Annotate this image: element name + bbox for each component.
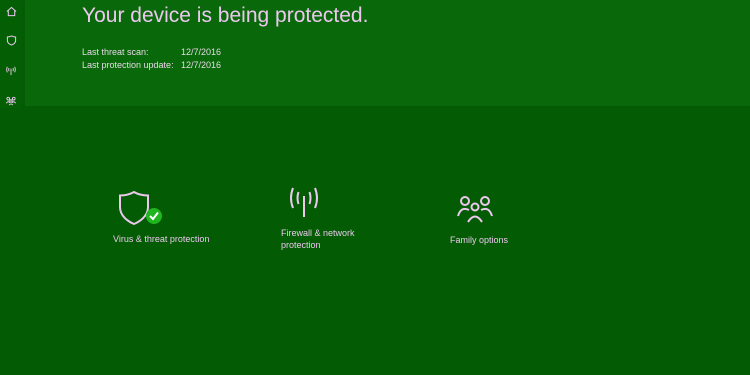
family-icon bbox=[5, 96, 17, 105]
shield-check-icon bbox=[119, 190, 162, 226]
last-scan-value: 12/7/2016 bbox=[181, 47, 222, 57]
shield-icon bbox=[6, 34, 16, 46]
nav-firewall[interactable] bbox=[0, 59, 22, 81]
nav-rail bbox=[0, 0, 22, 108]
last-update-label: Last protection update: bbox=[82, 60, 174, 70]
tile-label: Family options bbox=[450, 235, 509, 245]
security-center-window: Your device is being protected. Last thr… bbox=[0, 0, 750, 375]
nav-home[interactable] bbox=[0, 0, 22, 22]
tile-label: Virus & threat protection bbox=[113, 234, 210, 244]
tile-virus-threat-protection[interactable]: Virus & threat protection bbox=[113, 190, 233, 250]
home-icon bbox=[6, 6, 16, 16]
antenna-icon bbox=[6, 66, 16, 75]
tile-firewall-network-protection[interactable]: Firewall & network protection bbox=[281, 186, 401, 256]
antenna-icon bbox=[290, 187, 318, 217]
tile-label: Firewall & network protection bbox=[281, 228, 355, 250]
last-scan-label: Last threat scan: bbox=[82, 47, 149, 57]
page-title: Your device is being protected. bbox=[82, 4, 369, 27]
tile-family-options[interactable]: Family options bbox=[450, 194, 560, 250]
last-scan-row: Last threat scan: 12/7/2016 bbox=[82, 47, 221, 57]
last-update-value: 12/7/2016 bbox=[181, 60, 222, 70]
nav-family[interactable] bbox=[0, 89, 22, 111]
nav-virus-protection[interactable] bbox=[0, 29, 22, 51]
family-icon bbox=[457, 196, 493, 223]
last-update-row: Last protection update: 12/7/2016 bbox=[82, 60, 221, 70]
status-banner: Your device is being protected. Last thr… bbox=[25, 0, 750, 106]
